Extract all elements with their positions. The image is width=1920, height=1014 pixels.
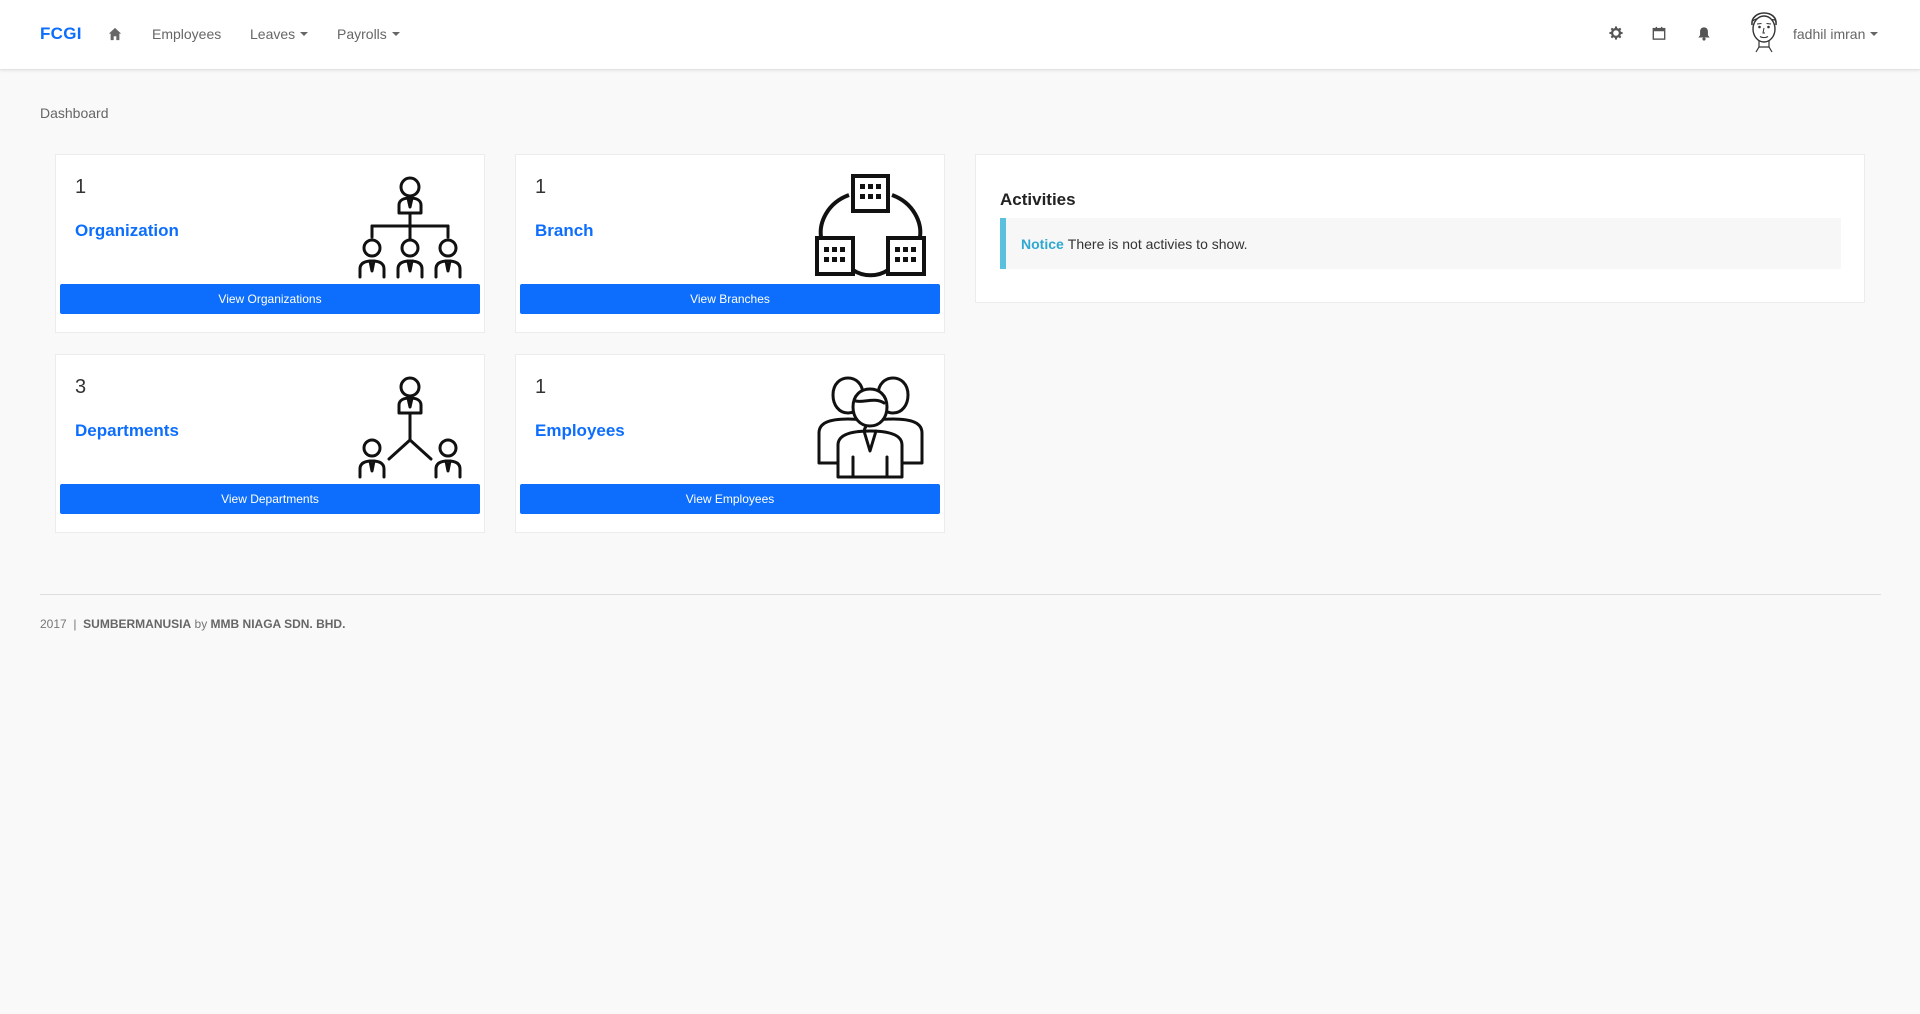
gear-icon[interactable]	[1609, 26, 1625, 42]
departments-icon	[353, 373, 468, 481]
branch-buildings-icon	[813, 173, 928, 281]
breadcrumb: Dashboard	[40, 105, 109, 121]
footer-company: MMB NIAGA SDN. BHD.	[210, 617, 346, 631]
departments-label: Departments	[75, 421, 179, 440]
avatar[interactable]	[1746, 11, 1782, 53]
departments-count: 3	[75, 376, 87, 398]
departments-card: 3 Departments View Departments	[55, 354, 485, 533]
employees-label: Employees	[535, 421, 625, 440]
notice-text: There is not activies to show.	[1067, 235, 1248, 252]
branch-card: 1 Branch View Branches	[515, 154, 945, 333]
calendar-icon[interactable]	[1652, 26, 1668, 42]
home-icon[interactable]	[108, 27, 124, 43]
activities-title: Activities	[1000, 190, 1076, 209]
view-branches-button[interactable]: View Branches	[520, 284, 940, 314]
chevron-down-icon	[1870, 32, 1879, 36]
chevron-down-icon	[391, 32, 400, 36]
footer-by: by	[194, 617, 208, 631]
nav-employees[interactable]: Employees	[152, 26, 221, 42]
nav-leaves-label: Leaves	[250, 26, 296, 42]
bell-icon[interactable]	[1697, 26, 1713, 42]
nav-employees-label: Employees	[152, 26, 222, 42]
employees-card: 1 Employees View Employees	[515, 354, 945, 533]
footer-separator: |	[73, 617, 77, 631]
footer: 2017 | SUMBERMANUSIA by MMB NIAGA SDN. B…	[40, 617, 345, 631]
view-departments-button[interactable]: View Departments	[60, 484, 480, 514]
branch-label: Branch	[535, 221, 594, 240]
org-chart-icon	[353, 173, 468, 281]
organization-card: 1 Organization View Organizations	[55, 154, 485, 333]
top-navbar: FCGI Employees Leaves Payrolls fadhil im…	[0, 0, 1920, 70]
organization-label: Organization	[75, 221, 179, 240]
chevron-down-icon	[300, 32, 309, 36]
notice-alert: Notice There is not activies to show.	[1000, 218, 1841, 269]
footer-divider	[40, 594, 1881, 595]
notice-label: Notice	[1021, 235, 1064, 252]
nav-payrolls-label: Payrolls	[337, 26, 387, 42]
footer-product: SUMBERMANUSIA	[83, 617, 192, 631]
view-organizations-button[interactable]: View Organizations	[60, 284, 480, 314]
nav-leaves-dropdown[interactable]: Leaves	[250, 26, 309, 42]
branch-count: 1	[535, 176, 547, 198]
view-employees-button[interactable]: View Employees	[520, 484, 940, 514]
nav-payrolls-dropdown[interactable]: Payrolls	[337, 26, 400, 42]
user-name-label: fadhil imran	[1793, 26, 1866, 42]
employees-group-icon	[813, 373, 928, 481]
activities-panel: Activities Notice There is not activies …	[975, 154, 1865, 303]
user-menu-dropdown[interactable]: fadhil imran	[1793, 26, 1879, 42]
organization-count: 1	[75, 176, 87, 198]
footer-year: 2017	[40, 617, 67, 631]
brand-logo[interactable]: FCGI	[40, 24, 82, 44]
employees-count: 1	[535, 376, 547, 398]
